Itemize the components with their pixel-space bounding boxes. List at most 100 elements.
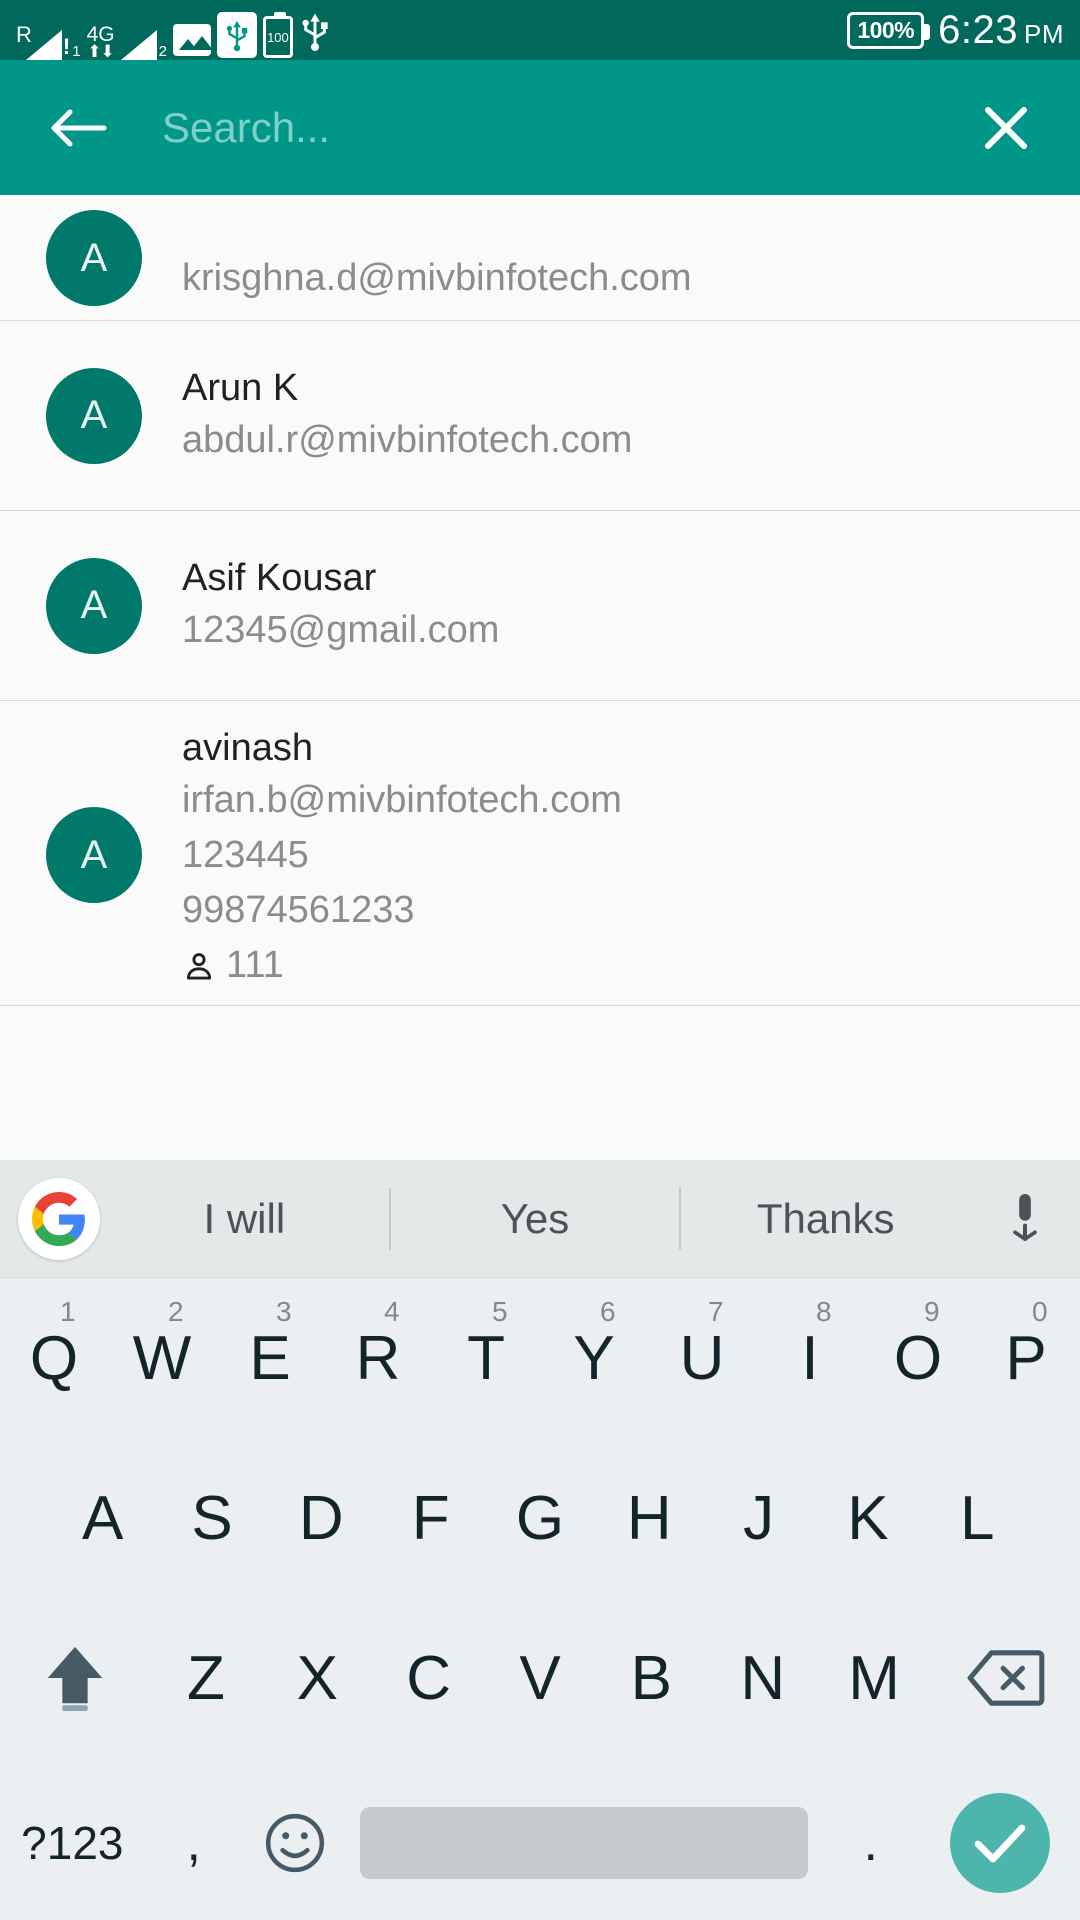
key-j[interactable]: J xyxy=(704,1438,813,1598)
sim2-index: 2 xyxy=(158,43,167,60)
enter-key[interactable] xyxy=(920,1763,1080,1920)
key-o[interactable]: 9O xyxy=(864,1278,972,1438)
usb-connected-icon xyxy=(216,12,257,58)
key-v[interactable]: V xyxy=(484,1598,595,1758)
contact-email: krisghna.d@mivbinfotech.com xyxy=(182,256,692,299)
key-u[interactable]: 7U xyxy=(648,1278,756,1438)
key-m[interactable]: M xyxy=(818,1598,929,1758)
suggestion-chip[interactable]: Thanks xyxy=(681,1195,970,1243)
key-q[interactable]: 1Q xyxy=(0,1278,108,1438)
key-f[interactable]: F xyxy=(376,1438,485,1598)
on-screen-keyboard: I will Yes Thanks 1Q 2W 3E 4R 5T 6Y 7U 8… xyxy=(0,1160,1080,1920)
contact-list-item[interactable]: A avinash irfan.b@mivbinfotech.com 12344… xyxy=(0,701,1080,1007)
usb-icon xyxy=(299,9,331,58)
key-l[interactable]: L xyxy=(923,1438,1032,1598)
key-e[interactable]: 3E xyxy=(216,1278,324,1438)
key-g[interactable]: G xyxy=(485,1438,594,1598)
key-k[interactable]: K xyxy=(813,1438,922,1598)
suggestion-items: I will Yes Thanks xyxy=(100,1187,970,1250)
symbols-key[interactable]: ?123 xyxy=(0,1763,145,1920)
avatar: A xyxy=(46,557,142,654)
battery-saver-icon: 100 xyxy=(262,12,293,58)
clock-time: 6:23 xyxy=(938,7,1018,52)
contact-name: Arun K xyxy=(182,366,299,409)
backspace-key[interactable] xyxy=(930,1598,1080,1758)
status-bar-right-icons: 100% 6:23 PM xyxy=(847,8,1064,53)
avatar: A xyxy=(46,807,142,904)
contact-group-count: 111 xyxy=(226,944,284,987)
search-input[interactable] xyxy=(162,103,966,152)
contact-list-item[interactable]: A krisghna.d@mivbinfotech.com xyxy=(0,195,1080,321)
backspace-icon xyxy=(967,1650,1045,1706)
shift-key[interactable] xyxy=(0,1598,150,1758)
key-b[interactable]: B xyxy=(596,1598,707,1758)
shift-icon xyxy=(47,1646,103,1712)
contact-name: avinash xyxy=(182,727,313,769)
key-a[interactable]: A xyxy=(48,1438,157,1598)
signal-alert-icon: ! xyxy=(62,34,71,59)
contact-name: Asif Kousar xyxy=(182,556,377,599)
contact-text-block: Arun K abdul.r@mivbinfotech.com xyxy=(182,363,632,468)
avatar: A xyxy=(46,210,142,306)
key-n[interactable]: N xyxy=(707,1598,818,1758)
status-bar-left-icons: R ! 1 4G ⬆⬇ 2 100 xyxy=(16,0,331,60)
signal-bar-sim2-icon: 2 xyxy=(120,14,167,60)
keyboard-row-1: 1Q 2W 3E 4R 5T 6Y 7U 8I 9O 0P xyxy=(0,1278,1080,1438)
network-4g-icon: 4G ⬆⬇ xyxy=(86,23,115,61)
status-bar: R ! 1 4G ⬆⬇ 2 100 100% 6:23 PM xyxy=(0,0,1080,60)
enter-key-surface[interactable] xyxy=(949,1793,1050,1893)
emoji-key[interactable] xyxy=(243,1810,346,1876)
sim1-index: 1 xyxy=(72,43,81,60)
contact-list-item[interactable]: A Asif Kousar 12345@gmail.com xyxy=(0,511,1080,701)
suggestion-chip[interactable]: I will xyxy=(100,1195,389,1243)
suggestion-strip: I will Yes Thanks xyxy=(0,1160,1080,1278)
key-h[interactable]: H xyxy=(595,1438,704,1598)
key-i[interactable]: 8I xyxy=(756,1278,864,1438)
key-y[interactable]: 6Y xyxy=(540,1278,648,1438)
contact-email: irfan.b@mivbinfotech.com xyxy=(182,779,622,822)
suggestion-chip[interactable]: Yes xyxy=(391,1195,680,1243)
contact-text-block: Asif Kousar 12345@gmail.com xyxy=(182,553,499,658)
person-icon xyxy=(186,953,212,980)
key-d[interactable]: D xyxy=(267,1438,376,1598)
clear-search-button[interactable] xyxy=(966,88,1046,168)
contact-list[interactable]: A krisghna.d@mivbinfotech.com A Arun K a… xyxy=(0,195,1080,1160)
clock-ampm: PM xyxy=(1024,18,1064,49)
contact-list-item[interactable]: A Arun K abdul.r@mivbinfotech.com xyxy=(0,321,1080,511)
contact-phone: 123445 xyxy=(182,834,309,877)
data-transfer-arrows-icon: ⬆⬇ xyxy=(87,42,114,61)
checkmark-icon xyxy=(974,1824,1026,1863)
battery-percent-badge: 100% xyxy=(847,11,930,49)
key-z[interactable]: Z xyxy=(150,1598,261,1758)
key-r[interactable]: 4R xyxy=(324,1278,432,1438)
key-x[interactable]: X xyxy=(262,1598,373,1758)
search-app-bar xyxy=(0,60,1080,195)
key-s[interactable]: S xyxy=(157,1438,266,1598)
contact-text-block: avinash irfan.b@mivbinfotech.com 123445 … xyxy=(182,723,622,987)
key-t[interactable]: 5T xyxy=(432,1278,540,1438)
period-key[interactable]: . xyxy=(822,1763,920,1920)
contact-email: abdul.r@mivbinfotech.com xyxy=(182,419,633,462)
space-key[interactable] xyxy=(346,1763,821,1920)
status-bar-clock: 6:23 PM xyxy=(938,8,1064,53)
contact-text-block: krisghna.d@mivbinfotech.com xyxy=(182,251,692,306)
contact-email: 12345@gmail.com xyxy=(182,609,500,652)
google-logo-icon[interactable] xyxy=(18,1177,100,1260)
key-p[interactable]: 0P xyxy=(972,1278,1080,1438)
microphone-icon[interactable] xyxy=(970,1191,1080,1247)
image-icon xyxy=(172,24,213,56)
comma-key[interactable]: , xyxy=(145,1763,243,1920)
contact-phone: 99874561233 xyxy=(182,889,415,932)
back-button[interactable] xyxy=(34,85,120,171)
spacebar-surface[interactable] xyxy=(360,1807,808,1879)
contact-group-row: 111 xyxy=(182,944,622,987)
keyboard-row-3: Z X C V B N M xyxy=(0,1598,1080,1758)
keyboard-row-2: A S D F G H J K L xyxy=(0,1438,1080,1598)
avatar: A xyxy=(46,367,142,464)
signal-bar-sim1-icon: R ! 1 xyxy=(16,14,81,60)
keyboard-row-4: ?123 , . xyxy=(0,1758,1080,1920)
key-c[interactable]: C xyxy=(373,1598,484,1758)
emoji-icon xyxy=(265,1813,324,1873)
key-w[interactable]: 2W xyxy=(108,1278,216,1438)
contact-picker-screen: R ! 1 4G ⬆⬇ 2 100 100% 6:23 PM Search...… xyxy=(0,0,1080,1920)
